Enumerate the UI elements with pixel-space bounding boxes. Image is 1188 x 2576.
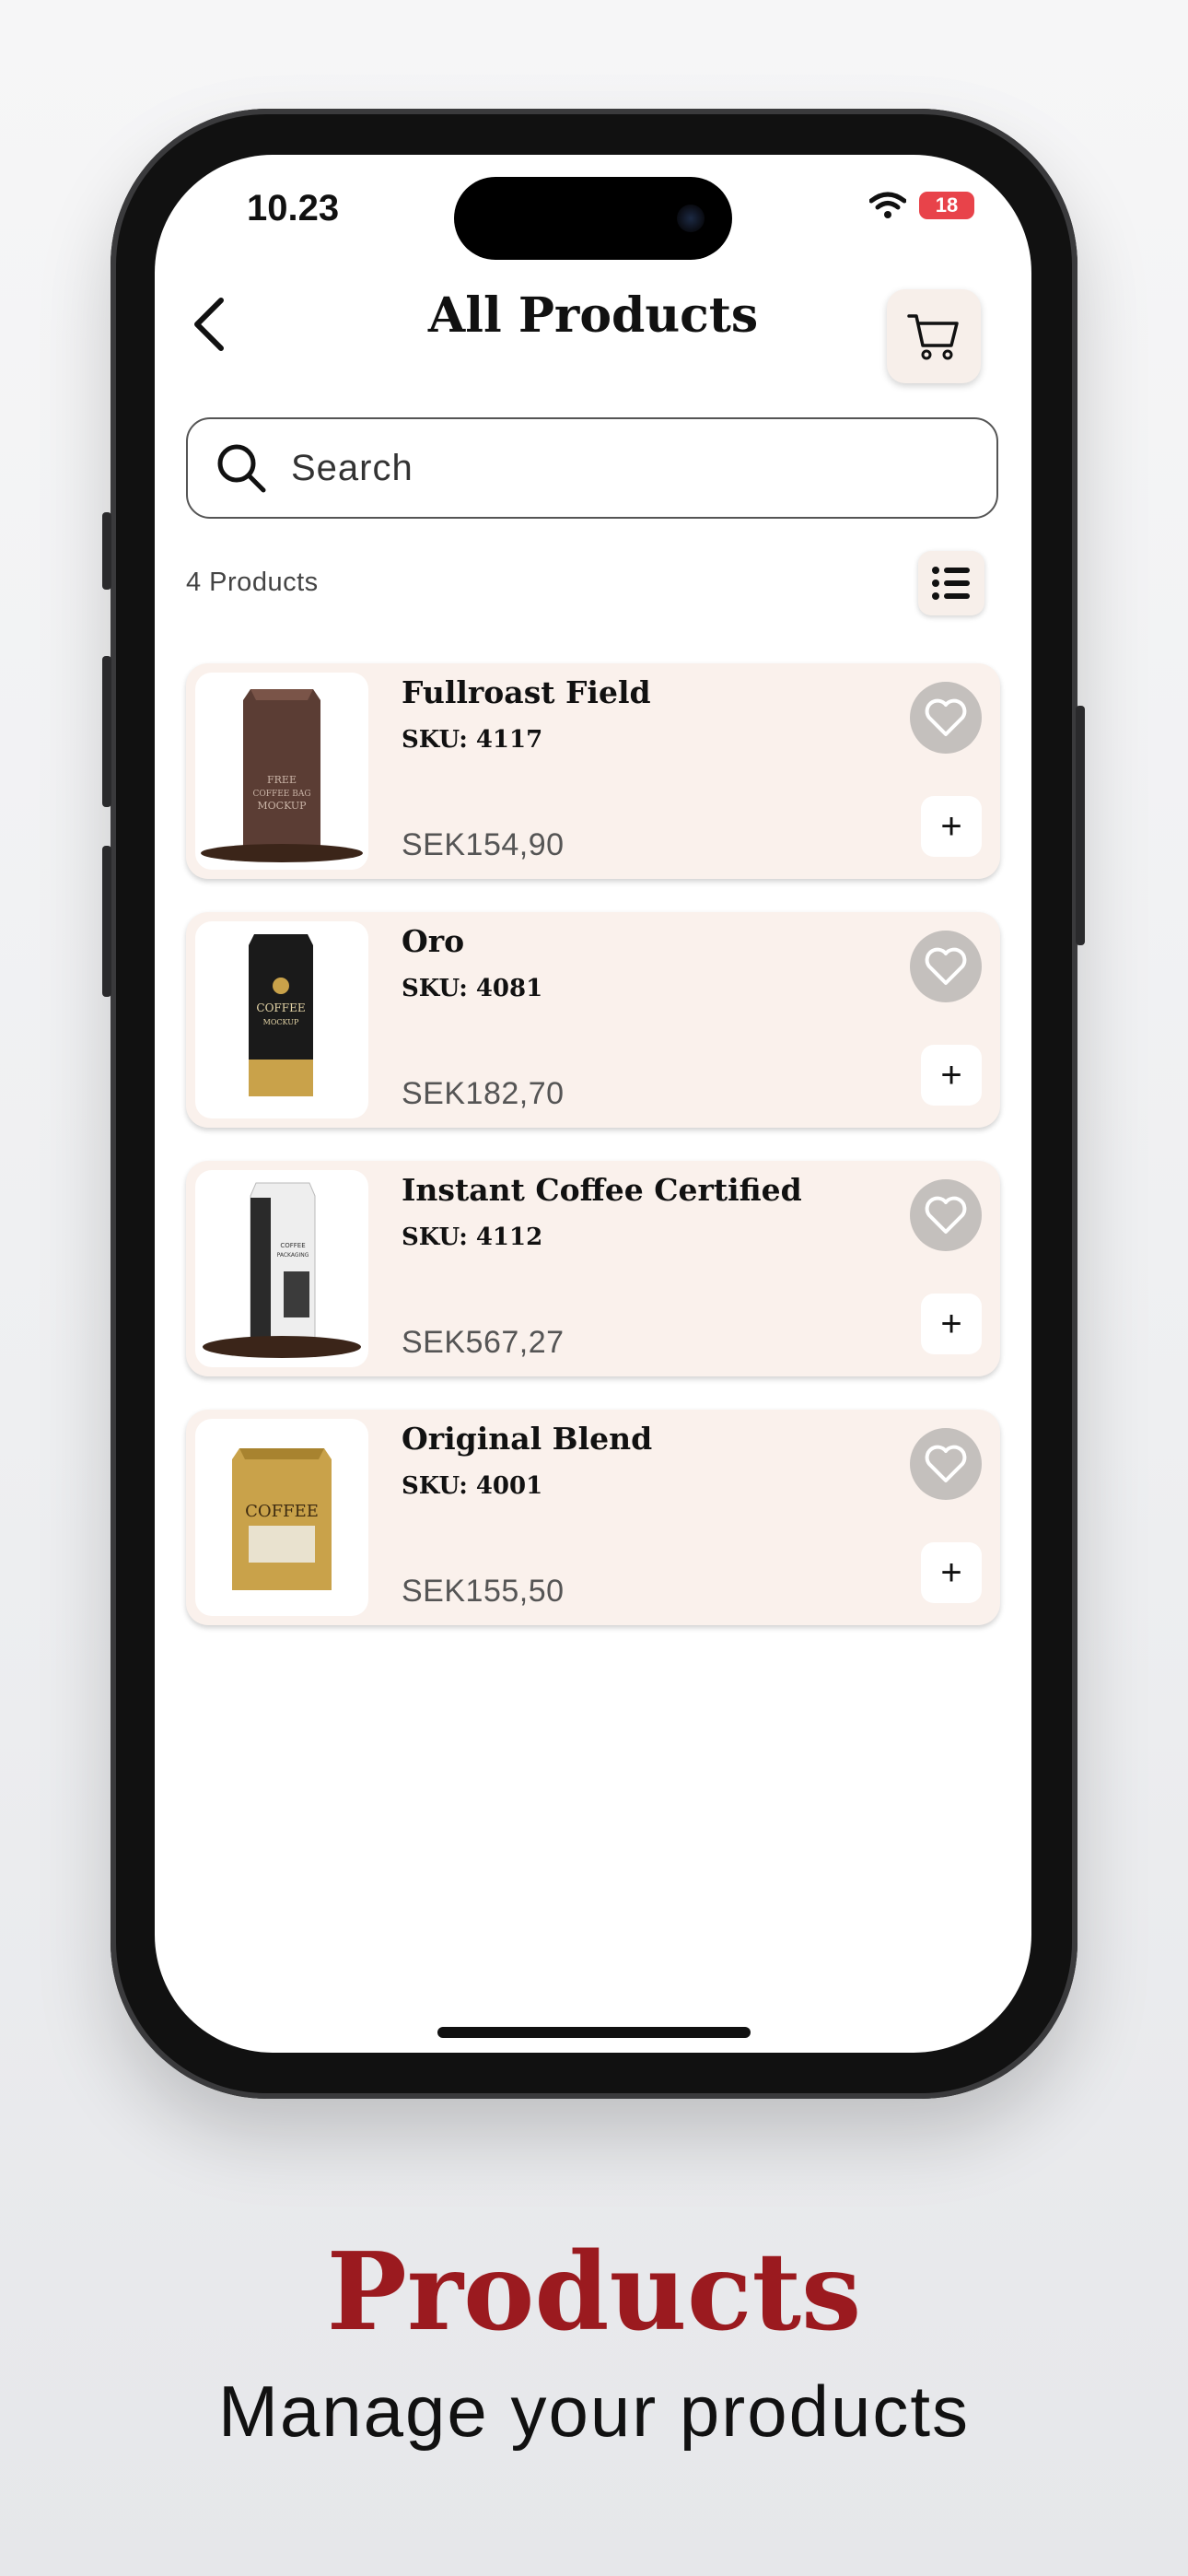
product-card[interactable]: COFFEE MOCKUP Oro SKU: 4081 SEK182,70 + — [186, 912, 1000, 1128]
product-card[interactable]: FREE COFFEE BAG MOCKUP Fullroast Field S… — [186, 663, 1000, 879]
action-button — [102, 512, 111, 590]
product-price: SEK567,27 — [402, 1325, 565, 1360]
list-icon — [932, 567, 970, 600]
volume-up-button — [102, 656, 111, 807]
battery-icon: 18 — [919, 192, 974, 219]
volume-down-button — [102, 846, 111, 997]
svg-text:COFFEE: COFFEE — [256, 1001, 305, 1014]
product-image: FREE COFFEE BAG MOCKUP — [195, 673, 368, 870]
search-placeholder: Search — [291, 447, 413, 488]
dynamic-island — [454, 177, 732, 260]
plus-icon: + — [940, 1551, 962, 1593]
heart-icon — [925, 1445, 967, 1482]
add-to-cart-button[interactable]: + — [921, 796, 982, 857]
add-to-cart-button[interactable]: + — [921, 1045, 982, 1106]
svg-text:COFFEE: COFFEE — [280, 1242, 305, 1249]
favorite-button[interactable] — [910, 1179, 982, 1251]
product-image: COFFEE PACKAGING — [195, 1170, 368, 1367]
svg-text:MOCKUP: MOCKUP — [263, 1018, 299, 1026]
product-sku: SKU: 4001 — [402, 1472, 543, 1500]
svg-text:MOCKUP: MOCKUP — [257, 800, 307, 812]
product-price: SEK182,70 — [402, 1076, 565, 1111]
caption-title: Products — [326, 2230, 862, 2355]
list-view-button[interactable] — [918, 551, 984, 615]
product-image: COFFEE MOCKUP — [195, 921, 368, 1118]
product-sku: SKU: 4081 — [402, 975, 543, 1002]
heart-icon — [925, 947, 967, 985]
product-card[interactable]: COFFEE Original Blend SKU: 4001 SEK155,5… — [186, 1410, 1000, 1625]
product-name: Original Blend — [402, 1421, 653, 1457]
status-icons: 18 — [869, 192, 974, 219]
plus-icon: + — [940, 805, 962, 847]
caption-subtitle: Manage your products — [217, 2371, 971, 2452]
cart-icon — [907, 314, 959, 360]
search-icon — [217, 444, 266, 493]
product-name: Oro — [402, 923, 465, 959]
favorite-button[interactable] — [910, 1428, 982, 1500]
product-list: FREE COFFEE BAG MOCKUP Fullroast Field S… — [186, 663, 1000, 1658]
product-name: Instant Coffee Certified — [402, 1172, 802, 1208]
add-to-cart-button[interactable]: + — [921, 1294, 982, 1354]
product-count: 4 Products — [186, 568, 319, 597]
heart-icon — [925, 1196, 967, 1234]
search-input[interactable]: Search — [186, 417, 998, 519]
status-time: 10.23 — [247, 188, 340, 228]
svg-text:FREE: FREE — [267, 774, 297, 786]
power-button — [1076, 706, 1085, 945]
product-image: COFFEE — [195, 1419, 368, 1616]
wifi-icon — [869, 192, 906, 218]
favorite-button[interactable] — [910, 931, 982, 1002]
add-to-cart-button[interactable]: + — [921, 1542, 982, 1603]
product-card[interactable]: COFFEE PACKAGING Instant Coffee Certifie… — [186, 1161, 1000, 1376]
cart-button[interactable] — [887, 289, 981, 383]
plus-icon: + — [940, 1054, 962, 1095]
phone-screen: 10.23 18 All Products Search 4 Products — [155, 155, 1031, 2053]
product-price: SEK155,50 — [402, 1574, 565, 1609]
product-sku: SKU: 4112 — [402, 1224, 543, 1251]
svg-text:PACKAGING: PACKAGING — [277, 1252, 309, 1259]
product-sku: SKU: 4117 — [402, 726, 543, 754]
product-price: SEK154,90 — [402, 827, 565, 862]
product-name: Fullroast Field — [402, 674, 651, 710]
home-indicator[interactable] — [437, 2027, 751, 2038]
svg-text:COFFEE BAG: COFFEE BAG — [252, 790, 310, 799]
plus-icon: + — [940, 1303, 962, 1344]
svg-text:COFFEE: COFFEE — [245, 1502, 319, 1521]
heart-icon — [925, 698, 967, 736]
favorite-button[interactable] — [910, 682, 982, 754]
